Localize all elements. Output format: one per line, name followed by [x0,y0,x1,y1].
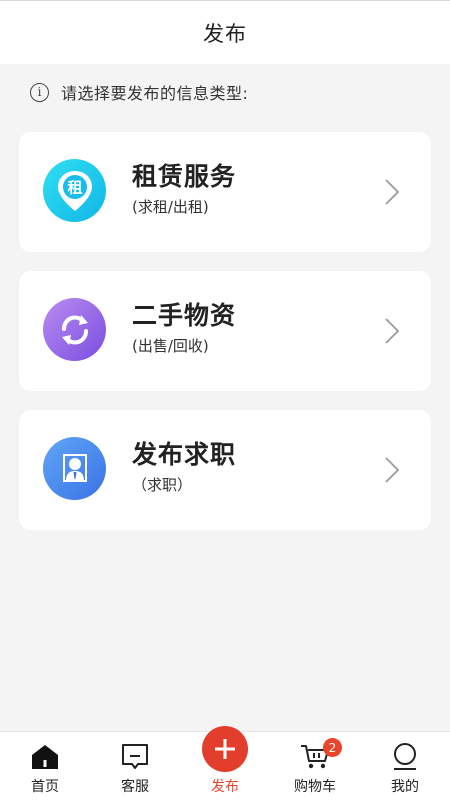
app-root: 发布 i 请选择要发布的信息类型: 租 租赁服务 (求租/出租) 二手物资 (出… [0,0,450,800]
type-prompt: i 请选择要发布的信息类型: [30,80,248,104]
bottom-nav: 首页 客服 发布 2 购物车 我的 [0,726,450,800]
nav-item-home[interactable]: 首页 [0,732,90,800]
user-icon [390,742,420,772]
nav-label: 购物车 [294,779,336,795]
rent-pin-icon: 租 [43,159,106,222]
person-icon [43,437,106,500]
card-rental-service[interactable]: 租 租赁服务 (求租/出租) [19,132,431,252]
plus-icon [202,726,248,772]
card-title: 二手物资 [132,301,237,330]
card-subtitle: （求职） [132,476,193,494]
cart-icon: 2 [300,738,342,772]
top-bar: 发布 [0,0,450,64]
prompt-text: 请选择要发布的信息类型: [61,84,249,103]
chevron-right-icon [385,179,400,205]
card-subtitle: (求租/出租) [132,198,209,216]
nav-label: 我的 [391,779,419,795]
card-subtitle: (出售/回收) [132,337,209,355]
card-title: 发布求职 [132,440,237,469]
card-title: 租赁服务 [132,162,237,191]
chevron-right-icon [385,457,400,483]
nav-item-me[interactable]: 我的 [360,732,450,800]
nav-label: 发布 [211,779,239,795]
chat-icon [120,742,150,772]
nav-label: 客服 [121,779,149,795]
page-title: 发布 [203,21,247,46]
chevron-right-icon [385,318,400,344]
info-icon: i [30,82,49,102]
nav-item-service[interactable]: 客服 [90,732,180,800]
card-job-seeking[interactable]: 发布求职 （求职） [19,410,431,530]
cart-count-badge: 2 [323,738,342,757]
card-second-hand-goods[interactable]: 二手物资 (出售/回收) [19,271,431,391]
card-text-group: 二手物资 (出售/回收) [132,299,236,357]
card-text-group: 发布求职 （求职） [132,438,236,496]
recycle-icon [43,298,106,361]
nav-item-publish[interactable]: 发布 [180,726,270,800]
nav-label: 首页 [31,779,59,795]
home-icon [30,742,60,772]
svg-text:租: 租 [67,178,82,196]
card-text-group: 租赁服务 (求租/出租) [132,160,236,218]
nav-item-cart[interactable]: 2 购物车 [270,732,360,800]
